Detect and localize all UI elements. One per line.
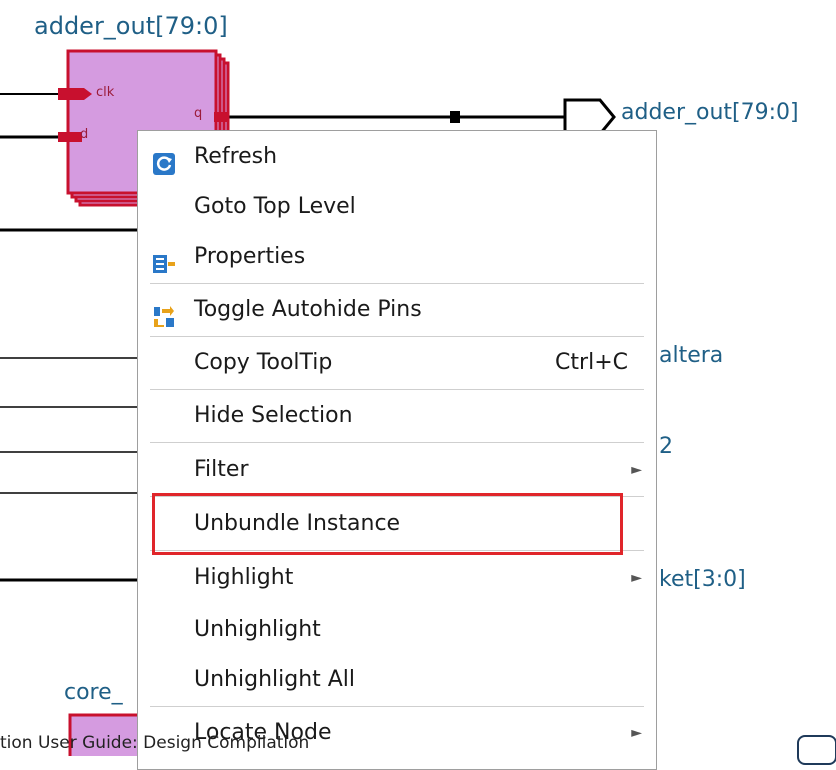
menu-item-properties[interactable]: Properties (138, 232, 656, 282)
core-label: core_ (64, 680, 123, 705)
menu-separator (150, 442, 644, 443)
altera-label: altera (659, 343, 724, 368)
menu-item-refresh[interactable]: Refresh (138, 132, 656, 182)
menu-item-highlight[interactable]: Highlight ► (138, 553, 656, 603)
menu-item-unhighlight[interactable]: Unhighlight (138, 605, 656, 655)
submenu-arrow-icon: ► (631, 725, 642, 741)
menu-label-refresh: Refresh (194, 144, 278, 169)
q-pin-label: q (194, 106, 203, 121)
menu-separator (150, 283, 644, 284)
d-pin-label: d (80, 127, 89, 142)
context-menu: Refresh Goto Top Level Properties Toggle… (137, 130, 657, 770)
menu-label-toggle-autohide: Toggle Autohide Pins (194, 297, 422, 322)
register-title: adder_out[79:0] (34, 12, 228, 40)
menu-item-hide-selection[interactable]: Hide Selection (138, 391, 656, 441)
menu-separator (150, 336, 644, 337)
menu-label-goto-top: Goto Top Level (194, 194, 356, 219)
menu-label-unhighlight-all: Unhighlight All (194, 667, 356, 692)
corner-button[interactable] (797, 735, 836, 765)
unbundle-highlight-box (152, 493, 623, 555)
menu-label-unhighlight: Unhighlight (194, 617, 321, 642)
menu-label-copy-tooltip: Copy ToolTip (194, 350, 333, 375)
refresh-icon (152, 145, 176, 175)
wire-junction (450, 111, 460, 123)
submenu-arrow-icon: ► (631, 462, 642, 478)
ket-label: ket[3:0] (659, 567, 746, 592)
q-pin-stub (214, 112, 228, 122)
menu-item-toggle-autohide[interactable]: Toggle Autohide Pins (138, 285, 656, 335)
menu-item-goto-top[interactable]: Goto Top Level (138, 182, 656, 232)
submenu-arrow-icon: ► (631, 570, 642, 586)
menu-separator (150, 389, 644, 390)
properties-icon (152, 245, 176, 273)
menu-label-filter: Filter (194, 457, 249, 482)
d-pin-stub (58, 132, 82, 142)
menu-label-properties: Properties (194, 244, 306, 269)
menu-item-unhighlight-all[interactable]: Unhighlight All (138, 655, 656, 705)
page-footer: tion User Guide: Design Compilation (0, 733, 310, 753)
partial-label-2: 2 (659, 434, 673, 459)
menu-item-filter[interactable]: Filter ► (138, 445, 656, 495)
menu-separator (150, 706, 644, 707)
menu-label-highlight: Highlight (194, 565, 294, 590)
menu-shortcut-copy: Ctrl+C (555, 350, 628, 375)
output-port-icon[interactable] (563, 98, 616, 136)
clk-pin-label: clk (96, 85, 115, 100)
output-port-label: adder_out[79:0] (621, 100, 799, 125)
autohide-pins-icon (152, 298, 176, 327)
menu-label-hide-selection: Hide Selection (194, 403, 353, 428)
menu-item-copy-tooltip[interactable]: Copy ToolTip Ctrl+C (138, 338, 656, 388)
